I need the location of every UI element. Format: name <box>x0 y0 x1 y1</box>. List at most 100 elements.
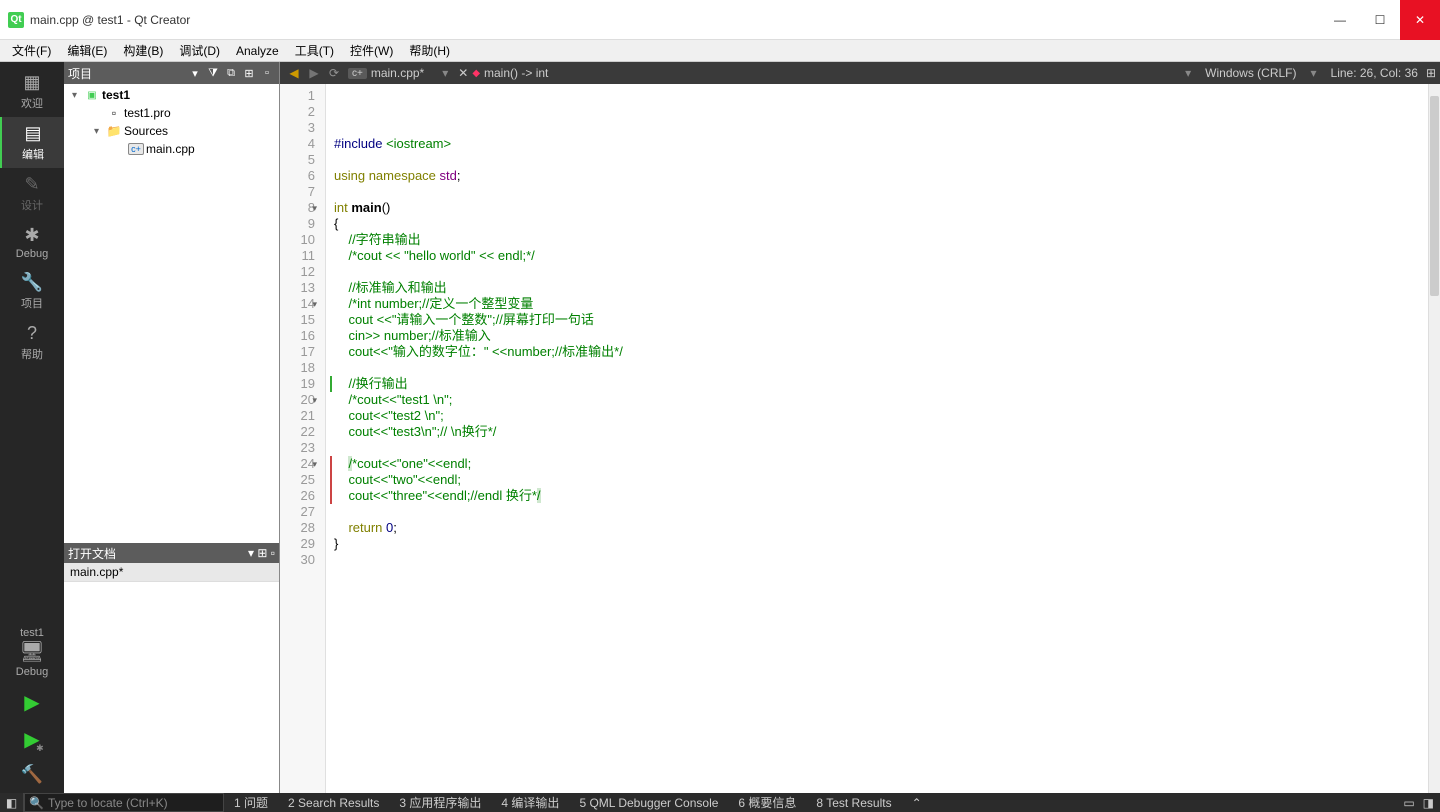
file-dropdown-icon[interactable]: ▾ <box>442 66 448 80</box>
activity-welcome[interactable]: ▦ 欢迎 <box>0 66 64 117</box>
pane-general[interactable]: 6 概要信息 <box>728 794 806 811</box>
hammer-icon: 🔨 <box>21 764 43 785</box>
menu-help[interactable]: 帮助(H) <box>401 40 458 61</box>
menu-bar: 文件(F) 编辑(E) 构建(B) 调试(D) Analyze 工具(T) 控件… <box>0 40 1440 62</box>
project-tree: ▾ ▣ test1 ▫ test1.pro ▾ 📁 Sources c+ mai… <box>64 84 279 543</box>
folder-icon: 📁 <box>106 124 122 138</box>
pane-compileoutput[interactable]: 4 编译输出 <box>491 794 569 811</box>
open-docs-header: 打开文档 ▾ ⊞ ▫ <box>64 543 279 563</box>
open-doc-item[interactable]: main.cpp* <box>64 563 279 582</box>
search-icon: 🔍 <box>29 796 44 810</box>
close-button[interactable]: ✕ <box>1400 0 1440 40</box>
pane-tests[interactable]: 8 Test Results <box>806 796 901 810</box>
chevron-down-icon: ▾ <box>94 126 106 137</box>
tree-sources-folder[interactable]: ▾ 📁 Sources <box>64 122 279 140</box>
tree-pro-label: test1.pro <box>124 106 171 120</box>
editor-toolbar: ◀ ▶ ⟳ c+ main.cpp* ▾ ✕ ◆ main() -> int ▾… <box>280 62 1440 84</box>
encoding-dropdown-icon[interactable]: ▾ <box>1185 66 1191 80</box>
cpp-badge-icon: c+ <box>348 68 367 79</box>
panel-dropdown[interactable]: ▾ <box>187 65 203 81</box>
activity-help[interactable]: ? 帮助 <box>0 317 64 368</box>
activity-welcome-label: 欢迎 <box>21 95 43 111</box>
diamond-icon: ◆ <box>472 68 480 79</box>
link-icon[interactable]: ⧉ <box>223 65 239 81</box>
toggle-sidebar-button[interactable]: ◧ <box>0 793 24 812</box>
run-button[interactable]: ▶ <box>0 684 64 721</box>
nav-forward-button[interactable]: ▶ <box>304 66 324 80</box>
vertical-scrollbar[interactable] <box>1428 84 1440 793</box>
pane-issues[interactable]: 1 问题 <box>224 794 278 811</box>
lock-icon[interactable]: ⟳ <box>324 66 344 80</box>
wrench-icon: 🔧 <box>21 272 43 293</box>
tree-main-cpp-label: main.cpp <box>146 142 195 156</box>
maximize-button[interactable]: ☐ <box>1360 0 1400 40</box>
menu-edit[interactable]: 编辑(E) <box>59 40 115 61</box>
toggle-right-sidebar-button[interactable]: ◨ <box>1423 796 1434 810</box>
code-editor[interactable]: 12345678▾91011121314▾151617181920▾212223… <box>280 84 1440 793</box>
menu-widgets[interactable]: 控件(W) <box>342 40 401 61</box>
activity-bar: ▦ 欢迎 ▤ 编辑 ✎ 设计 ✱ Debug 🔧 项目 ? 帮助 test1 🖥… <box>0 62 64 793</box>
close-panel-icon[interactable]: ▫ <box>259 65 275 81</box>
activity-projects[interactable]: 🔧 项目 <box>0 266 64 317</box>
project-panel-header: 项目 ▾ ⧩ ⧉ ⊞ ▫ <box>64 62 279 84</box>
nav-back-button[interactable]: ◀ <box>284 66 304 80</box>
grid-icon: ▦ <box>23 72 40 93</box>
activity-edit-label: 编辑 <box>22 146 44 162</box>
scrollbar-thumb[interactable] <box>1430 96 1439 296</box>
activity-debug-label: Debug <box>16 248 48 260</box>
menu-build[interactable]: 构建(B) <box>115 40 171 61</box>
split-editor-icon[interactable]: ⊞ <box>1426 66 1436 80</box>
edit-icon: ▤ <box>24 123 41 144</box>
editor-area: ◀ ▶ ⟳ c+ main.cpp* ▾ ✕ ◆ main() -> int ▾… <box>280 62 1440 793</box>
locator-input[interactable]: 🔍 Type to locate (Ctrl+K) <box>24 793 224 812</box>
project-name-label: test1 <box>20 627 44 639</box>
minimize-button[interactable]: — <box>1320 0 1360 40</box>
add-split-icon[interactable]: ⊞ <box>241 65 257 81</box>
lineending-dropdown-icon[interactable]: ▾ <box>1311 66 1317 80</box>
project-icon: ▣ <box>84 90 100 101</box>
close-file-button[interactable]: ✕ <box>458 66 468 80</box>
menu-debug[interactable]: 调试(D) <box>171 40 228 61</box>
play-debug-icon: ▶✱ <box>24 727 39 752</box>
side-panel: 项目 ▾ ⧩ ⧉ ⊞ ▫ ▾ ▣ test1 ▫ test1.pro ▾ <box>64 62 280 793</box>
kit-selector[interactable]: test1 🖥 Debug <box>0 621 64 684</box>
code-content[interactable]: #include <iostream> using namespace std;… <box>326 84 1428 793</box>
monitor-icon: 🖥 <box>19 639 44 664</box>
open-docs-title: 打开文档 <box>68 545 116 562</box>
title-bar: Qt main.cpp @ test1 - Qt Creator — ☐ ✕ <box>0 0 1440 40</box>
build-button[interactable]: 🔨 <box>0 758 64 793</box>
cursor-position[interactable]: Line: 26, Col: 36 <box>1331 66 1418 80</box>
window-controls: — ☐ ✕ <box>1320 0 1440 40</box>
function-sig-label: main() -> int <box>484 66 548 80</box>
pane-updown-icon[interactable]: ⌃ <box>902 796 932 810</box>
menu-analyze[interactable]: Analyze <box>228 42 287 60</box>
activity-design[interactable]: ✎ 设计 <box>0 168 64 219</box>
panel-dropdown[interactable]: ▾ <box>248 546 254 560</box>
locator-placeholder: Type to locate (Ctrl+K) <box>48 796 168 810</box>
activity-edit[interactable]: ▤ 编辑 <box>0 117 64 168</box>
menu-file[interactable]: 文件(F) <box>4 40 59 61</box>
pane-qml[interactable]: 5 QML Debugger Console <box>569 796 728 810</box>
pane-appoutput[interactable]: 3 应用程序输出 <box>389 794 491 811</box>
tree-main-cpp[interactable]: c+ main.cpp <box>64 140 279 158</box>
tree-root-label: test1 <box>102 88 130 102</box>
editor-filename[interactable]: main.cpp* <box>371 66 424 80</box>
status-bar: ◧ 🔍 Type to locate (Ctrl+K) 1 问题 2 Searc… <box>0 793 1440 812</box>
progress-icon[interactable]: ▭ <box>1403 796 1414 810</box>
filter-icon[interactable]: ⧩ <box>205 65 221 81</box>
chevron-down-icon: ▾ <box>72 90 84 101</box>
activity-debug[interactable]: ✱ Debug <box>0 219 64 266</box>
tree-sources-label: Sources <box>124 124 168 138</box>
tree-root[interactable]: ▾ ▣ test1 <box>64 86 279 104</box>
menu-tools[interactable]: 工具(T) <box>287 40 342 61</box>
window-title: main.cpp @ test1 - Qt Creator <box>30 13 190 27</box>
debug-run-button[interactable]: ▶✱ <box>0 721 64 758</box>
pane-search[interactable]: 2 Search Results <box>278 796 389 810</box>
add-split-icon[interactable]: ⊞ <box>257 546 267 560</box>
tree-pro-file[interactable]: ▫ test1.pro <box>64 104 279 122</box>
cpp-file-icon: c+ <box>128 143 144 155</box>
function-navigator[interactable]: ◆ main() -> int <box>472 66 548 80</box>
close-panel-icon[interactable]: ▫ <box>271 546 275 560</box>
play-icon: ▶ <box>24 690 39 715</box>
encoding-label[interactable]: Windows (CRLF) <box>1205 66 1296 80</box>
